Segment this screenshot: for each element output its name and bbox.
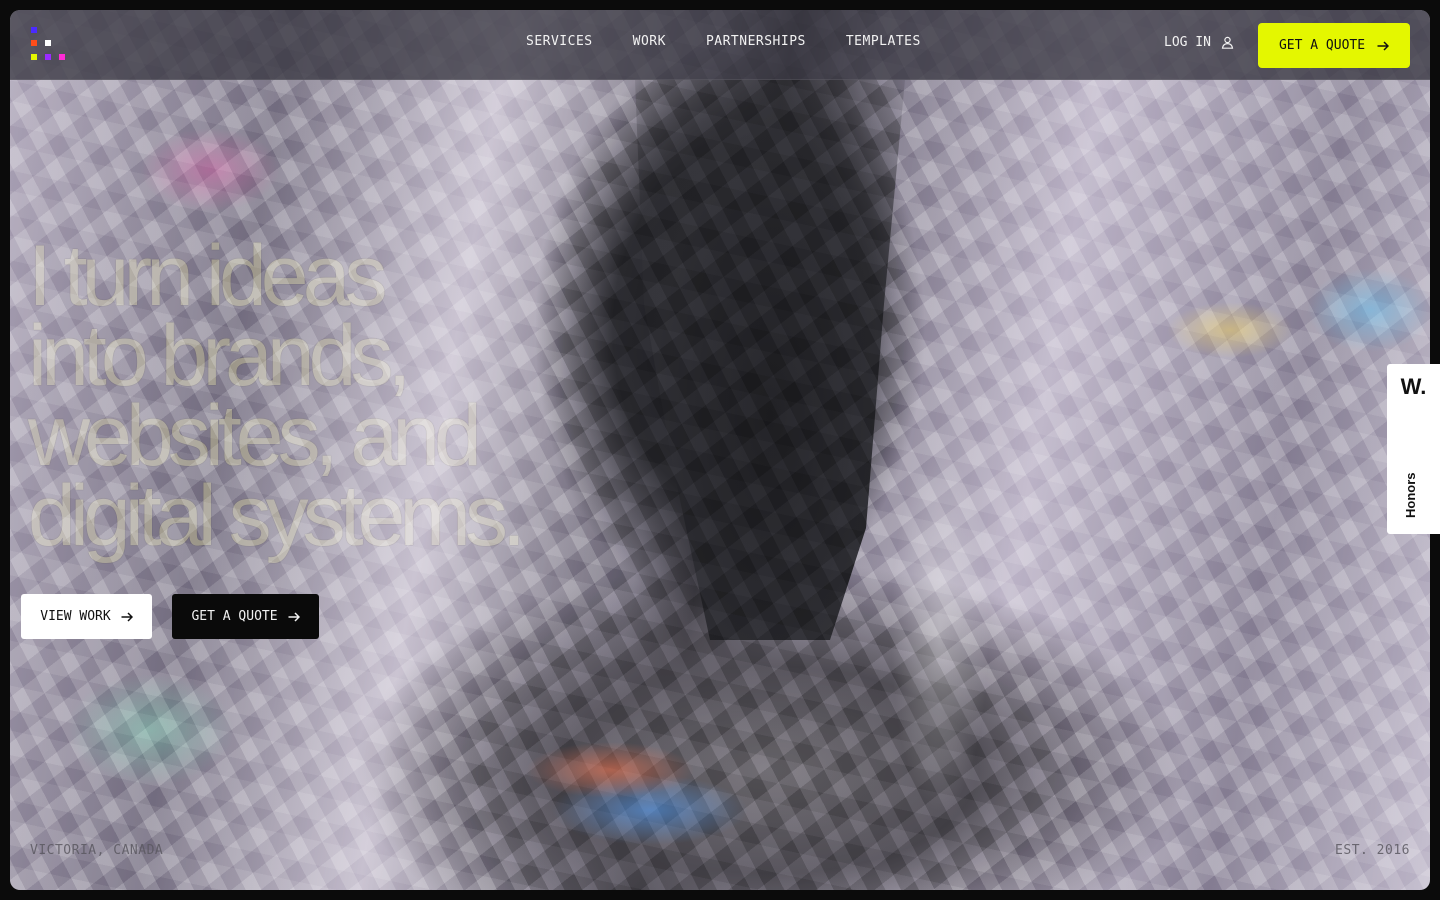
headline-line: I turn ideas	[28, 228, 387, 324]
logo-square	[59, 54, 65, 60]
logo-square	[45, 54, 51, 60]
logo-square	[45, 40, 51, 46]
view-work-button[interactable]: VIEW WORK	[21, 594, 152, 639]
arrow-right-icon	[121, 611, 133, 622]
hero-headline: I turn ideas into brands, websites, and …	[28, 228, 708, 564]
nav-work[interactable]: WORK	[633, 34, 666, 49]
logo-square	[31, 40, 37, 46]
site-logo[interactable]	[31, 27, 67, 63]
login-label: LOG IN	[1164, 35, 1211, 50]
user-icon	[1221, 36, 1234, 49]
get-quote-hero-label: GET A QUOTE	[191, 609, 278, 624]
arrow-right-icon	[1377, 40, 1390, 51]
site-header: SERVICES WORK PARTNERSHIPS TEMPLATES LOG…	[10, 10, 1430, 80]
logo-square	[31, 27, 37, 33]
established-label: EST. 2016	[1335, 843, 1410, 858]
get-quote-hero-button[interactable]: GET A QUOTE	[172, 594, 319, 639]
arrow-right-icon	[288, 611, 300, 622]
honors-side-tab[interactable]: W. Honors	[1387, 364, 1440, 534]
nav-partnerships[interactable]: PARTNERSHIPS	[706, 34, 806, 49]
awwwards-logo: W.	[1400, 374, 1427, 399]
logo-square	[31, 54, 37, 60]
view-work-label: VIEW WORK	[40, 609, 111, 624]
login-link[interactable]: LOG IN	[1164, 35, 1234, 50]
headline-line: websites, and	[28, 388, 482, 484]
nav-templates[interactable]: TEMPLATES	[846, 34, 921, 49]
location-label: VICTORIA, CANADA	[30, 843, 164, 858]
headline-line: digital systems.	[28, 468, 526, 564]
honors-label: Honors	[1403, 472, 1418, 519]
get-quote-header-button[interactable]: GET A QUOTE	[1258, 23, 1410, 68]
main-nav: SERVICES WORK PARTNERSHIPS TEMPLATES	[526, 34, 921, 49]
nav-services[interactable]: SERVICES	[526, 34, 593, 49]
headline-line: into brands,	[28, 308, 411, 404]
get-quote-label: GET A QUOTE	[1278, 38, 1366, 53]
